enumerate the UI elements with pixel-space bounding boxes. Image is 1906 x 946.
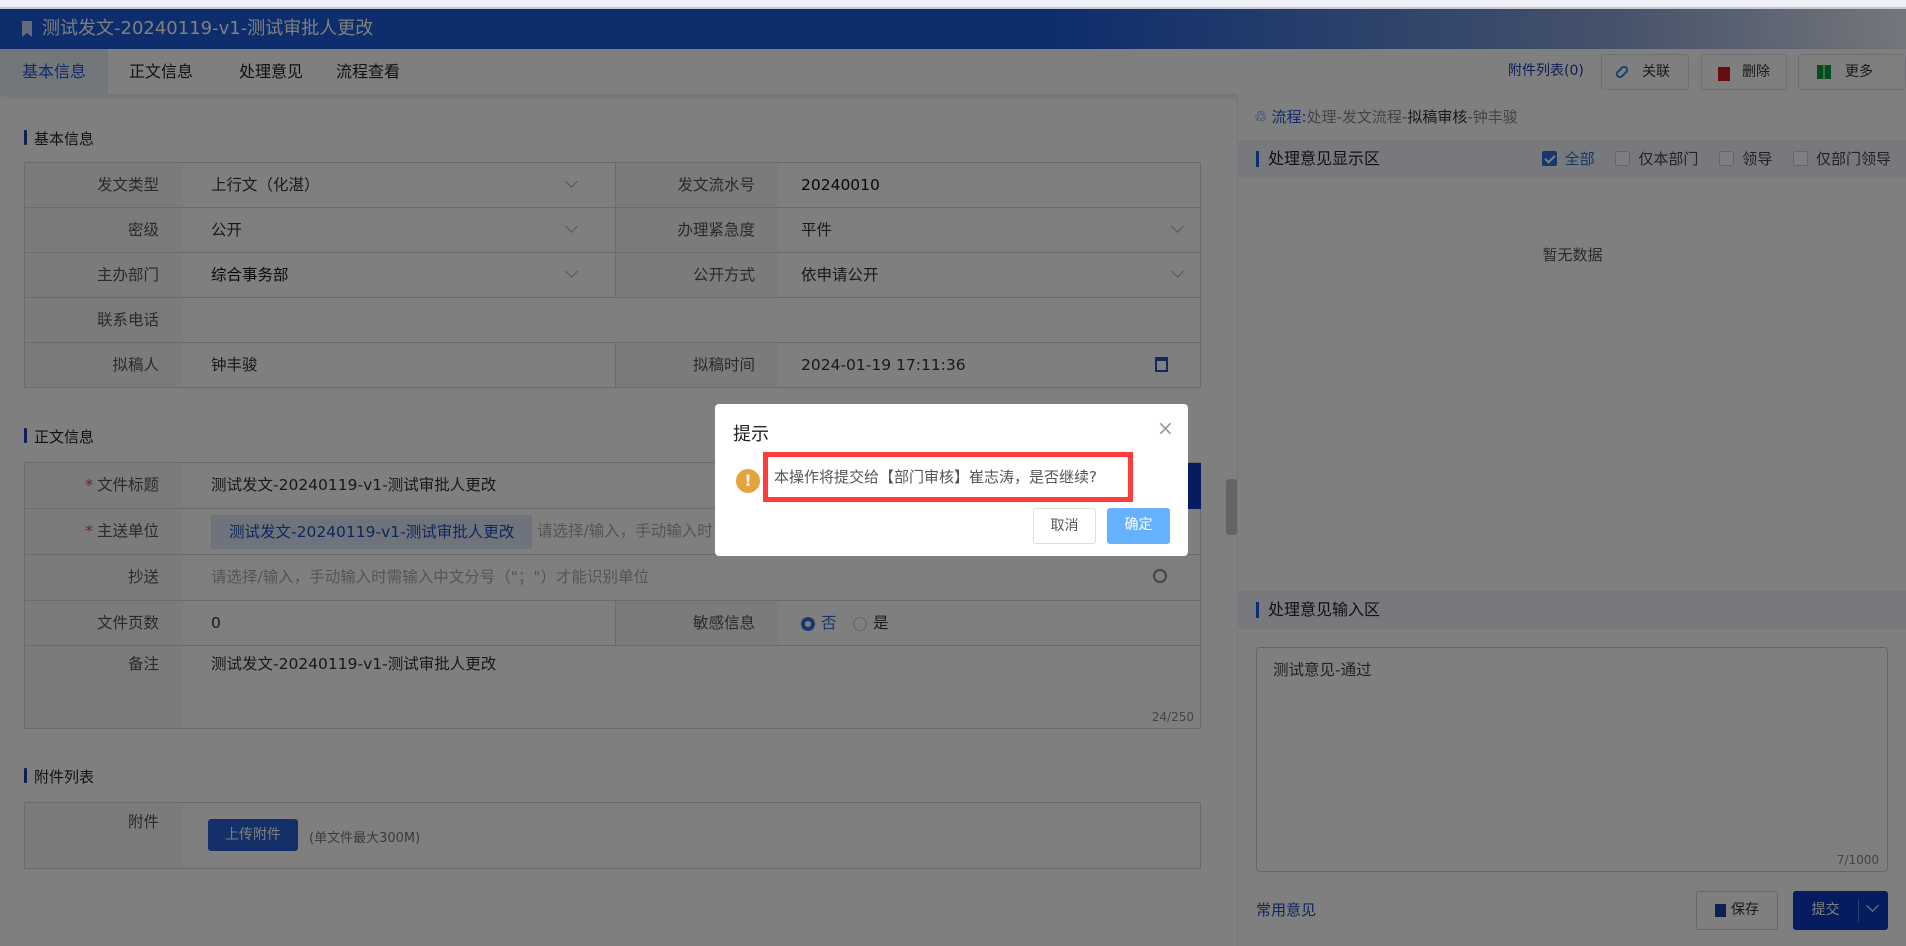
browser-top-bar	[0, 0, 1906, 9]
confirm-button[interactable]: 确定	[1107, 508, 1170, 544]
warning-icon: !	[736, 469, 760, 493]
confirm-dialog: 提示 × ! 本操作将提交给【部门审核】崔志涛，是否继续? 取消 确定	[715, 404, 1188, 556]
close-icon[interactable]: ×	[1157, 416, 1174, 440]
dialog-title: 提示	[733, 424, 769, 445]
dialog-message: 本操作将提交给【部门审核】崔志涛，是否继续?	[763, 452, 1133, 502]
cancel-button[interactable]: 取消	[1033, 508, 1096, 544]
